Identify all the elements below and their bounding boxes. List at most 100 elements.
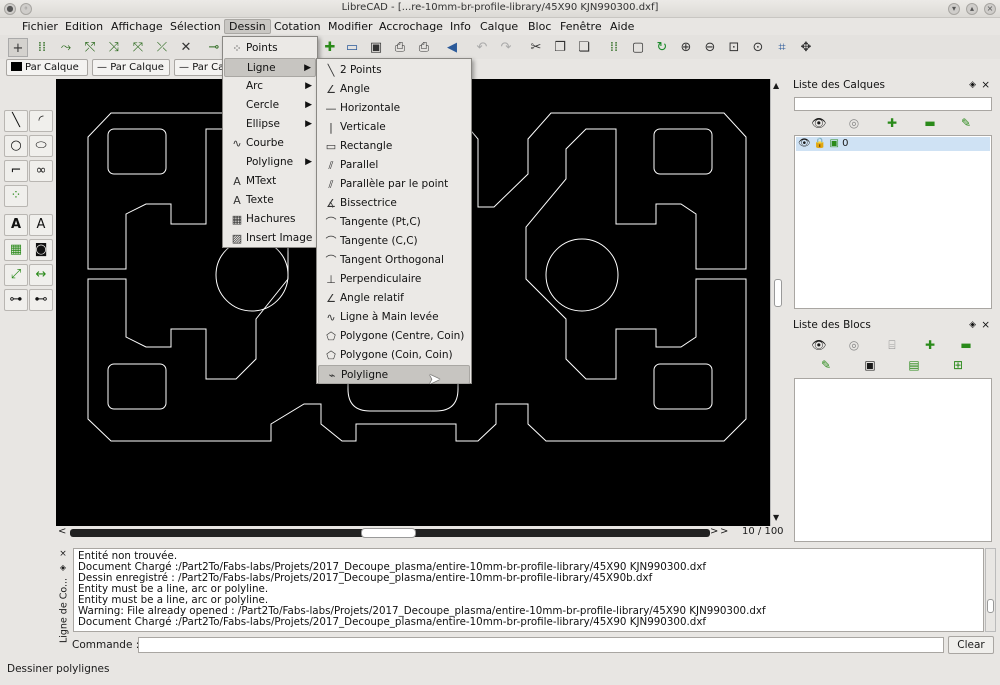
pen-color-select[interactable]: Par Calque [6, 59, 88, 76]
ligne-menu-item-14[interactable]: ∿ Ligne à Main levée [318, 308, 470, 327]
dessin-menu-item-insert-image[interactable]: ▨ Insert Image [224, 229, 316, 248]
command-history-scrollbar[interactable] [985, 548, 996, 632]
ligne-menu-item-10[interactable]: ⌒ Tangente (C,C) [318, 232, 470, 251]
edit-layer-icon[interactable]: ✎ [956, 114, 976, 132]
snap-middle-icon[interactable]: ⤧ [128, 38, 148, 57]
spline-tool-icon[interactable]: ∞ [29, 160, 53, 182]
scroll-right-icon[interactable]: > [710, 526, 718, 537]
hide-all-layers-icon[interactable]: ◎ [844, 114, 864, 132]
dessin-menu-item-arc[interactable]: Arc ▶ [224, 77, 316, 96]
ligne-menu-item-8[interactable]: ∡ Bissectrice [318, 194, 470, 213]
dessin-menu-item-points[interactable]: ⁘ Points [224, 39, 316, 58]
remove-layer-icon[interactable]: ▬ [920, 114, 940, 132]
ligne-menu-item-6[interactable]: ⫽ Parallel [318, 156, 470, 175]
zoom-previous-icon[interactable]: ⊙ [748, 38, 768, 57]
modify-tool-icon[interactable]: ⤢ [4, 264, 28, 286]
zoom-out-icon[interactable]: ⊖ [700, 38, 720, 57]
pen-type-select[interactable]: — Par Ca [174, 59, 224, 76]
zoom-pan-icon[interactable]: ✥ [796, 38, 816, 57]
ligne-menu-item-4[interactable]: | Verticale [318, 118, 470, 137]
menu-affichage[interactable]: Affichage [107, 19, 167, 34]
new-file-icon[interactable]: ✚ [320, 38, 340, 57]
vertical-scrollbar[interactable]: ▲ ▼ [770, 79, 784, 526]
ligne-menu-item-16[interactable]: ⬠ Polygone (Coin, Coin) [318, 346, 470, 365]
vertical-scroll-thumb[interactable] [774, 279, 782, 307]
dessin-menu-item-cercle[interactable]: Cercle ▶ [224, 96, 316, 115]
float-icon[interactable]: ◈ [969, 318, 976, 332]
snap-distance-icon[interactable]: ⤫ [152, 38, 172, 57]
print-icon[interactable]: ⎙ [390, 38, 410, 57]
menu-calque[interactable]: Calque [476, 19, 522, 34]
image-tool-icon[interactable]: ◙ [29, 239, 53, 261]
dessin-menu-item-courbe[interactable]: ∿ Courbe [224, 134, 316, 153]
menu-modifier[interactable]: Modifier [324, 19, 376, 34]
menu-cotation[interactable]: Cotation [270, 19, 325, 34]
layer-row[interactable]: 👁 🔒 ▣ 0 [796, 137, 990, 151]
grid-icon[interactable]: ⁞⁞ [604, 38, 624, 57]
dessin-menu-item-hachures[interactable]: ▦ Hachures [224, 210, 316, 229]
command-scroll-thumb[interactable] [987, 599, 994, 613]
polyline-tool-icon[interactable]: ⌐ [4, 160, 28, 182]
scroll-right-alt-icon[interactable]: > [720, 526, 728, 537]
menu-info[interactable]: Info [446, 19, 475, 34]
close-icon[interactable]: × [984, 3, 996, 15]
open-file-icon[interactable]: ▭ [342, 38, 362, 57]
menu-fichier[interactable]: Fichier [18, 19, 62, 34]
snap-endpoint-icon[interactable]: ⤳ [56, 38, 76, 57]
create-block-icon[interactable]: ⌸ [882, 336, 902, 354]
command-history[interactable]: Entité non trouvée. Document Chargé :/Pa… [73, 548, 984, 632]
dimension-tool-icon[interactable]: A [29, 214, 53, 236]
scroll-down-icon[interactable]: ▼ [773, 513, 779, 522]
circle-tool-icon[interactable]: ○ [4, 135, 28, 157]
menu-accrochage[interactable]: Accrochage [375, 19, 447, 34]
ligne-menu-item-7[interactable]: ⫽ Parallèle par le point [318, 175, 470, 194]
measure-tool-icon[interactable]: ↔ [29, 264, 53, 286]
redraw-icon[interactable]: ↻ [652, 38, 672, 57]
ellipse-tool-icon[interactable]: ⬭ [29, 135, 53, 157]
ligne-menu-item-11[interactable]: ⌒ Tangent Orthogonal [318, 251, 470, 270]
snap-onentity-icon[interactable]: ⤲ [80, 38, 100, 57]
redo-icon[interactable]: ↷ [496, 38, 516, 57]
layer-filter-input[interactable] [794, 97, 992, 111]
show-all-blocks-icon[interactable]: 👁 [809, 336, 829, 354]
minimize-icon[interactable]: ▾ [948, 3, 960, 15]
show-all-layers-icon[interactable]: 👁 [809, 114, 829, 132]
ligne-menu-item-12[interactable]: ⊥ Perpendiculaire [318, 270, 470, 289]
menu-selection[interactable]: Sélection [166, 19, 225, 34]
dessin-menu-item-polyligne[interactable]: Polyligne ▶ [224, 153, 316, 172]
panel-close-icon[interactable]: × [981, 318, 990, 332]
line-tool-icon[interactable]: ╲ [4, 110, 28, 132]
dock-close-icon[interactable]: × [56, 549, 70, 559]
cut-icon[interactable]: ✂ [526, 38, 546, 57]
paste-icon[interactable]: ❏ [574, 38, 594, 57]
dessin-menu-item-ellipse[interactable]: Ellipse ▶ [224, 115, 316, 134]
dessin-menu-item-ligne[interactable]: Ligne ▶ [224, 58, 316, 77]
ligne-menu-item-5[interactable]: ▭ Rectangle [318, 137, 470, 156]
select-tool-icon[interactable]: ⁘ [4, 185, 28, 207]
dessin-menu-item-mtext[interactable]: A MText [224, 172, 316, 191]
hatch-tool-icon[interactable]: ▦ [4, 239, 28, 261]
save-block-icon[interactable]: ▤ [904, 356, 924, 374]
crosshair-icon[interactable]: + [8, 38, 28, 57]
ligne-menu-item-1[interactable]: ╲ 2 Points [318, 61, 470, 80]
draft-icon[interactable]: ▢ [628, 38, 648, 57]
remove-block-icon[interactable]: ▬ [956, 336, 976, 354]
insert-block-icon[interactable]: ⊞ [948, 356, 968, 374]
scroll-left-icon[interactable]: < [58, 526, 66, 537]
pen-width-select[interactable]: — Par Calque [92, 59, 170, 76]
ligne-menu-item-15[interactable]: ⬠ Polygone (Centre, Coin) [318, 327, 470, 346]
print-preview-icon[interactable]: ⎙ [414, 38, 434, 57]
back-icon[interactable]: ◀ [442, 38, 462, 57]
horizontal-scroll-thumb[interactable] [361, 528, 416, 538]
printer-icon[interactable]: ▣ [830, 138, 839, 149]
restrict-icon[interactable]: ⊸ [204, 38, 224, 57]
text-tool-icon[interactable]: A [4, 214, 28, 236]
snap-center-icon[interactable]: ⤨ [104, 38, 124, 57]
ligne-menu-item-17[interactable]: ⌁ Polyligne [318, 365, 470, 384]
panel-close-icon[interactable]: × [981, 78, 990, 92]
clear-button[interactable]: Clear [948, 636, 994, 654]
ligne-menu-item-9[interactable]: ⌒ Tangente (Pt,C) [318, 213, 470, 232]
rename-block-icon[interactable]: ✎ [816, 356, 836, 374]
ligne-menu-item-3[interactable]: — Horizontale [318, 99, 470, 118]
copy-icon[interactable]: ❐ [550, 38, 570, 57]
